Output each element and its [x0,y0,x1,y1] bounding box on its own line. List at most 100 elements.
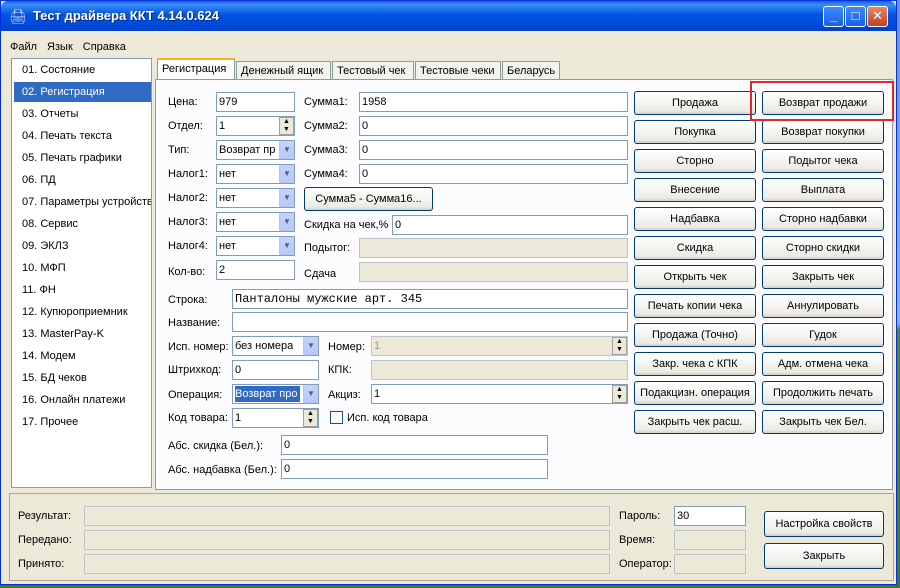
sidebar-item[interactable]: 04. Печать текста [14,126,151,146]
sidebar-item[interactable]: 11. ФН [14,280,151,300]
action-button-left[interactable]: Продажа (Точно) [634,323,756,347]
sidebar-item[interactable]: 16. Онлайн платежи [14,390,151,410]
action-button-right[interactable]: Закрыть чек Бел. [762,410,884,434]
spin-up-icon[interactable]: ▲ [613,338,626,346]
tax1-select-chevron-down-icon[interactable]: ▼ [279,165,294,183]
tax2-select-chevron-down-icon[interactable]: ▼ [279,189,294,207]
sidebar-item[interactable]: 13. MasterPay-K [14,324,151,344]
tax3-select-chevron-down-icon[interactable]: ▼ [279,213,294,231]
settings-button[interactable]: Настройка свойств [764,511,884,537]
sidebar-item[interactable]: 05. Печать графики [14,148,151,168]
sum2-field[interactable]: 0 [359,116,628,136]
kpk-field[interactable] [371,360,628,380]
spin-down-icon[interactable]: ▼ [613,346,626,354]
sum5-16-button[interactable]: Сумма5 - Сумма16... [304,187,433,211]
excise-spin-icon[interactable]: ▲ ▼ [612,385,627,403]
tax3-select[interactable]: нет ▼ [216,212,295,232]
action-button-left[interactable]: Внесение [634,178,756,202]
product-code-stepper[interactable]: 1 ▲ ▼ [232,408,319,428]
password-field[interactable]: 30 [674,506,746,526]
sidebar-item[interactable]: 10. МФП [14,258,151,278]
tab-2[interactable]: Тестовый чек [332,61,414,79]
use-product-code-checkbox[interactable] [330,411,343,424]
sidebar-item[interactable]: 08. Сервис [14,214,151,234]
tax4-select[interactable]: нет ▼ [216,236,295,256]
action-button-right[interactable]: Аннулировать [762,294,884,318]
tab-3[interactable]: Тестовые чеки [415,61,501,79]
spin-up-icon[interactable]: ▲ [304,410,317,418]
qty-field[interactable]: 2 [216,260,295,280]
spin-up-icon[interactable]: ▲ [613,386,626,394]
action-button-left[interactable]: Печать копии чека [634,294,756,318]
abs-discount-field[interactable]: 0 [281,435,548,455]
action-button-left[interactable]: Закр. чека с КПК [634,352,756,376]
spin-down-icon[interactable]: ▼ [613,394,626,402]
sidebar-item[interactable]: 09. ЭКЛЗ [14,236,151,256]
discount-field[interactable]: 0 [392,215,628,235]
line-field[interactable]: Панталоны мужские арт. 345 [232,289,628,309]
action-button-left[interactable]: Закрыть чек расш. [634,410,756,434]
action-button-right[interactable]: Сторно скидки [762,236,884,260]
close-window-button[interactable]: ✕ [867,6,888,27]
price-field[interactable]: 979 [216,92,295,112]
tab-4[interactable]: Беларусь [502,61,560,79]
tax2-select[interactable]: нет ▼ [216,188,295,208]
sidebar-item[interactable]: 06. ПД [14,170,151,190]
name-field[interactable] [232,312,628,332]
sidebar-item[interactable]: 14. Модем [14,346,151,366]
tab-0[interactable]: Регистрация [157,58,235,80]
operation-select[interactable]: Возврат про ▼ [232,384,319,404]
sidebar-list[interactable]: 01. Состояние 02. Регистрация 03. Отчеты 04… [11,58,152,488]
sum1-field[interactable]: 1958 [359,92,628,112]
menu-help[interactable]: Справка [78,38,131,56]
product-code-stepper-spin-icon[interactable]: ▲ ▼ [303,409,318,427]
action-button-right[interactable]: Подытог чека [762,149,884,173]
sidebar-item[interactable]: 03. Отчеты [14,104,151,124]
action-button-left[interactable]: Сторно [634,149,756,173]
menu-file[interactable]: Файл [5,38,42,56]
action-button-left[interactable]: Подакцизн. операция [634,381,756,405]
menu-language[interactable]: Язык [42,38,78,56]
sum3-field[interactable]: 0 [359,140,628,160]
sum4-field[interactable]: 0 [359,164,628,184]
action-button-right[interactable]: Выплата [762,178,884,202]
tax4-select-chevron-down-icon[interactable]: ▼ [279,237,294,255]
action-button-left[interactable]: Открыть чек [634,265,756,289]
action-button-right[interactable]: Гудок [762,323,884,347]
spin-down-icon[interactable]: ▼ [304,418,317,426]
action-button-right[interactable]: Закрыть чек [762,265,884,289]
sidebar-item[interactable]: 01. Состояние [14,60,151,80]
spin-down-icon[interactable]: ▼ [280,126,293,134]
barcode-field[interactable]: 0 [232,360,319,380]
action-button-left[interactable]: Скидка [634,236,756,260]
type-select-chevron-down-icon[interactable]: ▼ [279,141,294,159]
excise-field[interactable]: 1 ▲ ▼ [371,384,628,404]
type-select[interactable]: Возврат пр ▼ [216,140,295,160]
tab-1[interactable]: Денежный ящик [236,61,331,79]
minimize-button[interactable]: _ [823,6,844,27]
use-number-select-chevron-down-icon[interactable]: ▼ [303,337,318,355]
sidebar-item[interactable]: 07. Параметры устройства [14,192,151,212]
dept-stepper-spin-icon[interactable]: ▲ ▼ [279,117,294,135]
operation-select-chevron-down-icon[interactable]: ▼ [303,385,318,403]
action-button-left[interactable]: Покупка [634,120,756,144]
abs-markup-field[interactable]: 0 [281,459,548,479]
close-button[interactable]: Закрыть [764,543,884,569]
action-button-right[interactable]: Адм. отмена чека [762,352,884,376]
action-button-right[interactable]: Продолжить печать [762,381,884,405]
maximize-button[interactable]: □ [845,6,866,27]
change-field[interactable] [359,262,628,282]
action-button-right[interactable]: Сторно надбавки [762,207,884,231]
sidebar-item[interactable]: 15. БД чеков [14,368,151,388]
sidebar-item[interactable]: 17. Прочее [14,412,151,432]
action-button-left[interactable]: Продажа [634,91,756,115]
sidebar-item[interactable]: 02. Регистрация [14,82,151,102]
sidebar-item[interactable]: 12. Купюроприемник [14,302,151,322]
title-bar[interactable]: 🖨 Тест драйвера ККТ 4.14.0.624 _ □ ✕ [1,1,896,31]
number-spin-icon[interactable]: ▲ ▼ [612,337,627,355]
spin-up-icon[interactable]: ▲ [280,118,293,126]
action-button-right[interactable]: Возврат покупки [762,120,884,144]
use-number-select[interactable]: без номера ▼ [232,336,319,356]
action-button-left[interactable]: Надбавка [634,207,756,231]
number-field[interactable]: 1 ▲ ▼ [371,336,628,356]
